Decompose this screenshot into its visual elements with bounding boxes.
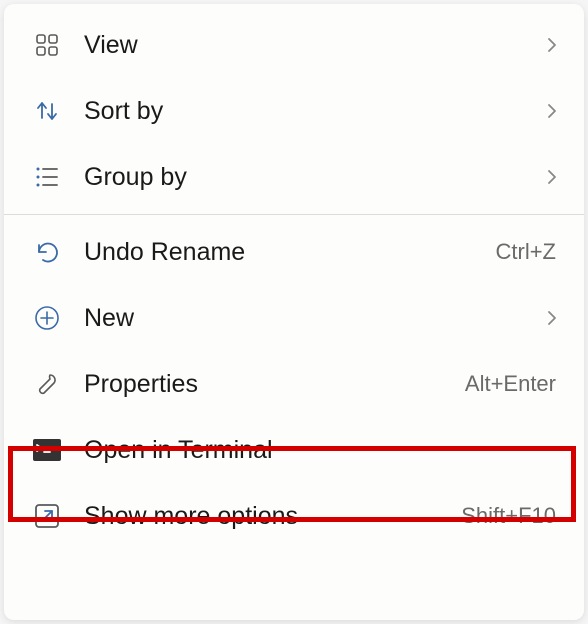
menu-shortcut: Shift+F10 xyxy=(461,503,556,529)
chevron-right-icon xyxy=(544,169,560,185)
menu-label: New xyxy=(84,304,544,333)
terminal-icon xyxy=(32,435,62,465)
menu-item-properties[interactable]: Properties Alt+Enter xyxy=(4,351,584,417)
chevron-right-icon xyxy=(544,37,560,53)
menu-label: Sort by xyxy=(84,97,544,126)
chevron-right-icon xyxy=(544,310,560,326)
menu-label: Undo Rename xyxy=(84,238,496,267)
menu-shortcut: Alt+Enter xyxy=(465,371,556,397)
divider xyxy=(4,214,584,215)
group-icon xyxy=(32,162,62,192)
grid-icon xyxy=(32,30,62,60)
wrench-icon xyxy=(32,369,62,399)
menu-item-terminal[interactable]: Open in Terminal xyxy=(4,417,584,483)
menu-item-sortby[interactable]: Sort by xyxy=(4,78,584,144)
menu-label: Open in Terminal xyxy=(84,436,560,465)
sort-icon xyxy=(32,96,62,126)
menu-item-more-options[interactable]: Show more options Shift+F10 xyxy=(4,483,584,549)
expand-icon xyxy=(32,501,62,531)
menu-item-view[interactable]: View xyxy=(4,12,584,78)
menu-label: View xyxy=(84,31,544,60)
menu-label: Properties xyxy=(84,370,465,399)
context-menu: View Sort by xyxy=(4,4,584,620)
menu-shortcut: Ctrl+Z xyxy=(496,239,557,265)
plus-circle-icon xyxy=(32,303,62,333)
menu-label: Show more options xyxy=(84,502,461,531)
menu-item-new[interactable]: New xyxy=(4,285,584,351)
menu-item-groupby[interactable]: Group by xyxy=(4,144,584,210)
menu-item-undo[interactable]: Undo Rename Ctrl+Z xyxy=(4,219,584,285)
menu-label: Group by xyxy=(84,163,544,192)
undo-icon xyxy=(32,237,62,267)
chevron-right-icon xyxy=(544,103,560,119)
